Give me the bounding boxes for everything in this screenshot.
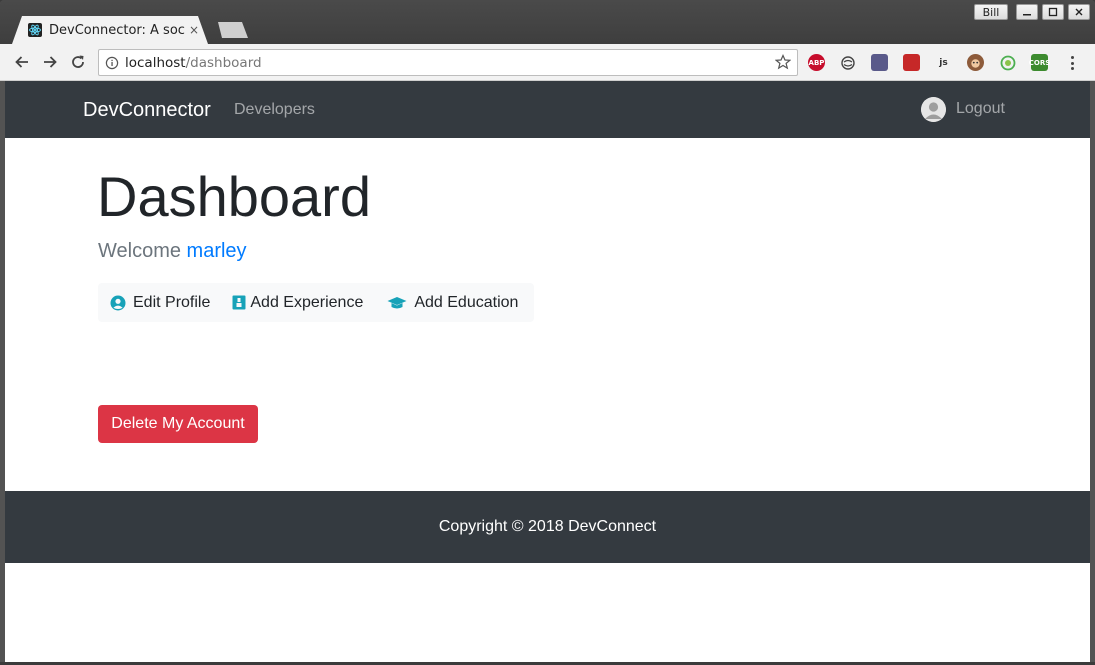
- react-favicon-icon: [28, 23, 42, 37]
- reload-button[interactable]: [68, 52, 88, 72]
- profile-link[interactable]: marley: [187, 240, 247, 262]
- bookmark-star-icon[interactable]: [774, 54, 792, 75]
- brand-link[interactable]: DevConnector: [83, 99, 211, 122]
- adblock-plus-icon[interactable]: ABP: [808, 54, 825, 71]
- url-path: /dashboard: [185, 54, 262, 71]
- edit-profile-label: Edit Profile: [133, 293, 211, 311]
- tab-strip: DevConnector: A social network for devel…: [0, 0, 1095, 44]
- page-viewport: DevConnector Developers Logout Dashboard…: [5, 81, 1090, 662]
- add-education-button[interactable]: Add Education: [375, 283, 530, 322]
- add-education-label: Add Education: [414, 293, 519, 311]
- ext-monkey-icon[interactable]: [967, 54, 984, 71]
- id-badge-icon: [232, 295, 246, 310]
- sync-icon[interactable]: [839, 54, 856, 71]
- minimize-button[interactable]: [1016, 4, 1038, 20]
- minimize-icon: [1023, 14, 1031, 16]
- arrow-right-icon: [44, 56, 57, 68]
- arrow-left-icon: [15, 56, 28, 68]
- user-avatar-icon: [921, 97, 946, 122]
- avatar[interactable]: [921, 97, 946, 122]
- ext-target-icon[interactable]: [999, 54, 1016, 71]
- edit-profile-button[interactable]: Edit Profile: [98, 283, 222, 322]
- adblock-plus-label: ABP: [808, 58, 825, 67]
- graduation-cap-icon: [387, 296, 407, 310]
- browser-menu-icon[interactable]: [1066, 53, 1078, 73]
- reload-icon: [72, 55, 84, 68]
- url-host: localhost: [125, 54, 186, 71]
- page-title: Dashboard: [97, 165, 371, 228]
- cors-icon[interactable]: CORS: [1028, 54, 1051, 71]
- welcome-text: Welcome marley: [98, 240, 247, 263]
- close-window-button[interactable]: [1068, 4, 1090, 20]
- maximize-button[interactable]: [1042, 4, 1064, 20]
- tab-title: DevConnector: A social network for devel…: [49, 22, 185, 38]
- maximize-icon: [1048, 7, 1058, 17]
- ext-js-label: js: [939, 57, 948, 68]
- dashboard-actions: Edit Profile Add Experience Add Educatio…: [98, 283, 534, 322]
- user-circle-icon: [110, 295, 126, 311]
- tab-close-icon[interactable]: ×: [189, 23, 199, 37]
- close-icon: [1075, 8, 1083, 16]
- info-icon[interactable]: [99, 56, 125, 70]
- browser-tab[interactable]: DevConnector: A social network for devel…: [12, 16, 208, 44]
- site-footer: Copyright © 2018 DevConnect: [5, 491, 1090, 563]
- delete-account-button[interactable]: Delete My Account: [98, 405, 258, 443]
- site-navbar: DevConnector Developers Logout: [5, 81, 1090, 138]
- ext-puzzle-icon[interactable]: [871, 54, 888, 71]
- copyright-text: Copyright © 2018 DevConnect: [438, 518, 657, 535]
- profile-chip[interactable]: Bill: [974, 4, 1008, 20]
- ext-red-icon[interactable]: [903, 54, 920, 71]
- add-experience-label: Add Experience: [250, 293, 364, 311]
- forward-button[interactable]: [40, 52, 60, 72]
- cors-label: CORS: [1028, 58, 1051, 67]
- add-experience-button[interactable]: Add Experience: [222, 283, 375, 322]
- welcome-prefix: Welcome: [98, 240, 187, 262]
- back-button[interactable]: [12, 52, 32, 72]
- address-bar[interactable]: localhost/dashboard: [98, 49, 798, 76]
- browser-window: DevConnector: A social network for devel…: [0, 0, 1095, 665]
- new-tab-button[interactable]: [218, 22, 248, 38]
- nav-developers-link[interactable]: Developers: [234, 101, 315, 119]
- nav-logout-link[interactable]: Logout: [956, 100, 1005, 118]
- ext-js-icon[interactable]: js: [935, 54, 952, 71]
- browser-toolbar: localhost/dashboard ABP js CORS: [0, 44, 1095, 81]
